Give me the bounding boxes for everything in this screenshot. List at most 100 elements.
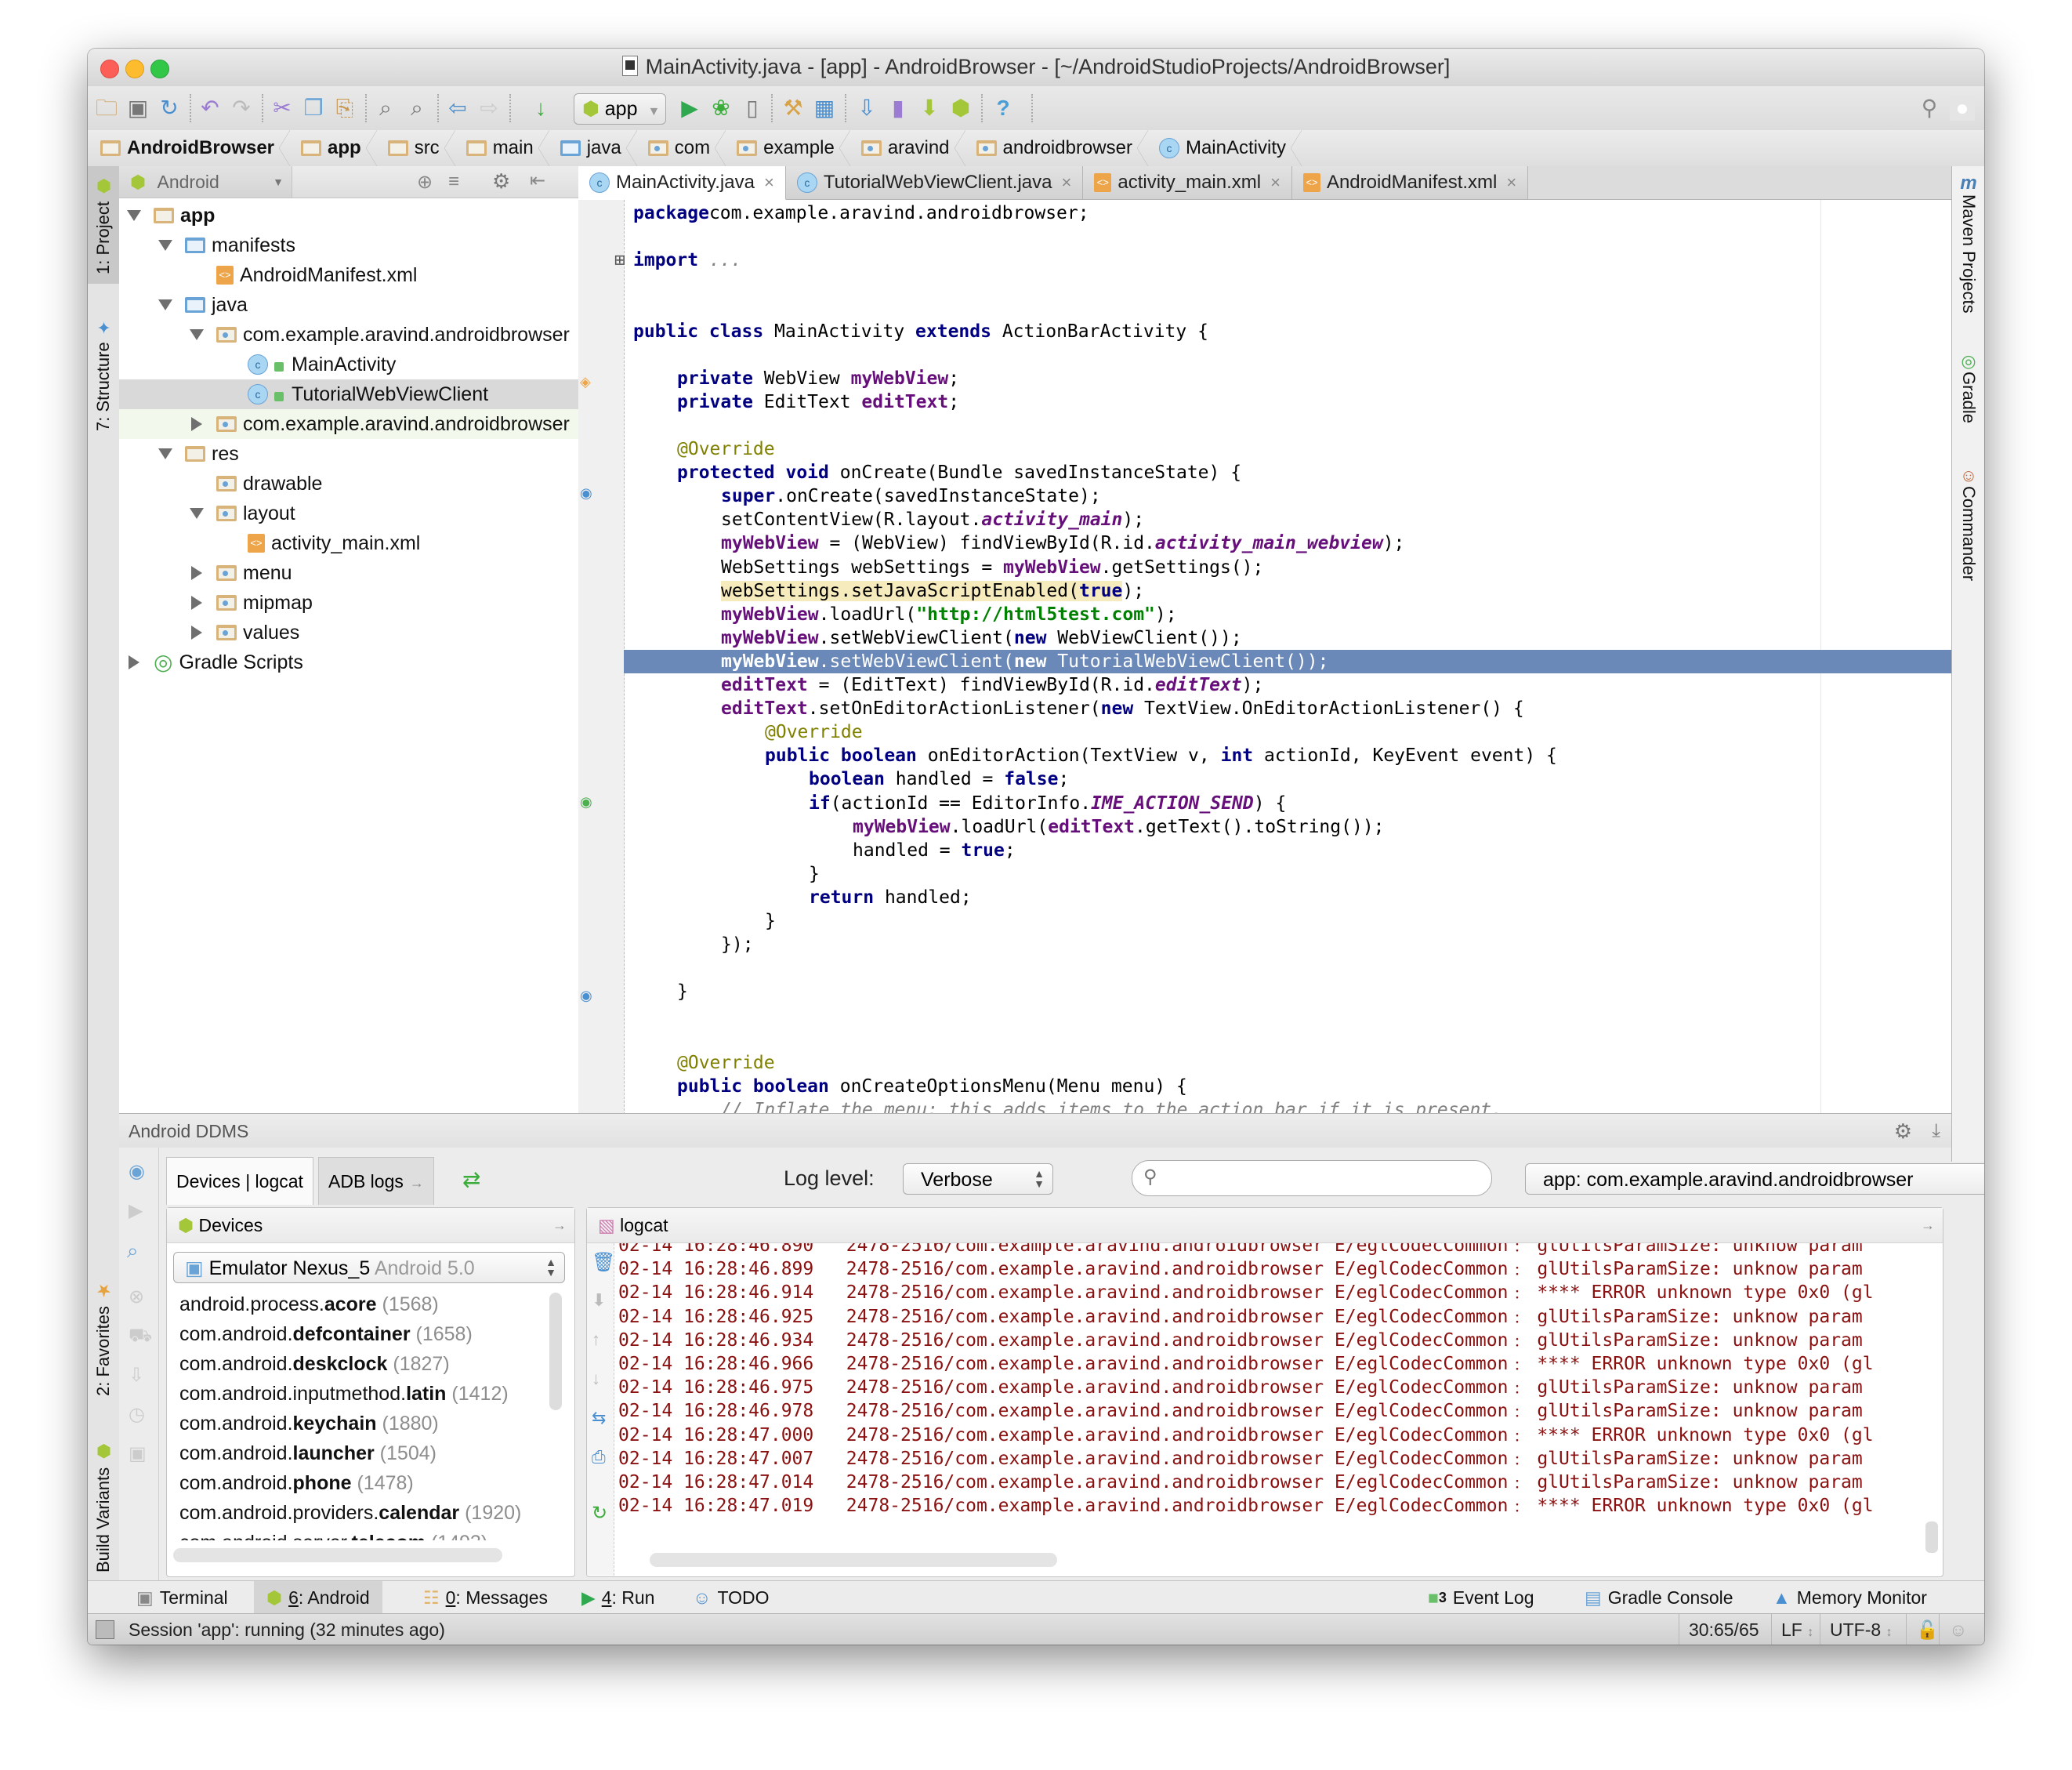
tool-tab-build-variants[interactable]: Build Variants ⬢: [88, 1428, 119, 1585]
process-item[interactable]: com.android.launcher (1504): [179, 1438, 436, 1468]
debug-icon[interactable]: ❀: [708, 96, 734, 121]
project-view-selector[interactable]: ⬢ Android ▼: [119, 166, 292, 198]
breadcrumb-item[interactable]: java: [548, 130, 637, 166]
tree-item[interactable]: res: [119, 439, 578, 469]
close-icon[interactable]: ×: [764, 172, 774, 193]
process-item[interactable]: com.android.phone (1478): [179, 1468, 414, 1498]
code-line[interactable]: myWebView.setWebViewClient(new WebViewCl…: [624, 626, 1984, 650]
log-level-select[interactable]: Verbose ▲ ▼: [903, 1163, 1053, 1195]
save-icon[interactable]: ▣: [125, 96, 150, 121]
log-line[interactable]: 02-14 16:28:47.000 2478-2516/com.example…: [618, 1424, 1874, 1447]
override-method-icon[interactable]: ◉: [580, 485, 592, 502]
breadcrumb-item[interactable]: c MainActivity: [1146, 130, 1302, 166]
logcat-search-field[interactable]: [1170, 1166, 1479, 1191]
tool-tab-run[interactable]: ▶ 4: Run: [574, 1581, 662, 1614]
code-line[interactable]: }: [624, 980, 1984, 1003]
tool-tab-messages[interactable]: ☷ 0: Messages: [415, 1581, 556, 1614]
dump-java-heap-icon[interactable]: ⇩: [129, 1364, 144, 1387]
code-line[interactable]: editText.setOnEditorActionListener(new T…: [624, 697, 1984, 720]
expand-arrow-icon[interactable]: [158, 240, 172, 251]
tree-item[interactable]: com.example.aravind.androidbrowser: [119, 320, 578, 350]
search-everywhere-icon[interactable]: ⚲: [1917, 96, 1942, 121]
editor-tab[interactable]: c MainActivity.java ×: [578, 166, 786, 200]
code-line[interactable]: return handled;: [624, 886, 1984, 909]
process-item[interactable]: com.android.inputmethod.latin (1412): [179, 1379, 509, 1409]
implement-method-icon[interactable]: ◉: [580, 794, 592, 811]
logcat-scrollbar[interactable]: [1925, 1522, 1938, 1553]
code-line[interactable]: ⊞ import ...: [614, 248, 1984, 272]
process-item[interactable]: com.android.keychain (1880): [179, 1409, 439, 1438]
code-line[interactable]: @Override: [624, 1051, 1984, 1075]
tool-tab-favorites[interactable]: 2: Favorites ★: [88, 1260, 119, 1416]
tree-item[interactable]: drawable: [119, 469, 578, 499]
expand-arrow-icon[interactable]: [127, 210, 141, 221]
log-line[interactable]: 02-14 16:28:47.007 2478-2516/com.example…: [618, 1447, 1863, 1471]
replace-icon[interactable]: ⌕: [404, 96, 429, 121]
scroll-from-source-icon[interactable]: ⊕: [417, 171, 433, 194]
log-line[interactable]: 02-14 16:28:47.014 2478-2516/com.example…: [618, 1471, 1863, 1494]
cut-icon[interactable]: ✂: [270, 96, 295, 121]
avd-manager-icon[interactable]: ▮: [886, 96, 911, 121]
redo-icon[interactable]: ↷: [229, 96, 254, 121]
terminate-icon[interactable]: ⊗: [129, 1286, 144, 1308]
code-line[interactable]: myWebView = (WebView) findViewById(R.id.…: [624, 531, 1984, 555]
forward-icon[interactable]: ⇨: [476, 96, 502, 121]
log-line[interactable]: 02-14 16:28:46.925 2478-2516/com.example…: [618, 1305, 1863, 1329]
tool-tab-terminal[interactable]: ▣ Terminal: [129, 1581, 236, 1614]
code-line[interactable]: handled = true;: [624, 839, 1984, 862]
breadcrumb-item[interactable]: main: [454, 130, 549, 166]
code-line[interactable]: @Override: [624, 720, 1984, 744]
tool-tab-structure[interactable]: 7: Structure ✦: [88, 296, 119, 452]
tree-item[interactable]: <> AndroidManifest.xml: [119, 260, 578, 290]
process-list[interactable]: android.process.acore (1568) com.android.…: [167, 1289, 548, 1540]
tree-item[interactable]: com.example.aravind.androidbrowser: [119, 409, 578, 439]
breadcrumb-item[interactable]: example: [724, 130, 850, 166]
log-line[interactable]: 02-14 16:28:46.975 2478-2516/com.example…: [618, 1376, 1863, 1399]
android-monitor-icon[interactable]: ⬢: [948, 96, 973, 121]
log-line[interactable]: 02-14 16:28:46.914 2478-2516/com.example…: [618, 1281, 1874, 1304]
code-line[interactable]: boolean handled = false;: [624, 767, 1984, 791]
tree-item[interactable]: values: [119, 618, 578, 647]
gear-icon[interactable]: ⚙: [492, 169, 510, 194]
log-line[interactable]: 02-14 16:28:46.966 2478-2516/com.example…: [618, 1352, 1874, 1376]
breadcrumb-item[interactable]: aravind: [849, 130, 965, 166]
editor-tab[interactable]: <> AndroidManifest.xml ×: [1291, 166, 1529, 199]
tool-tab-event-log[interactable]: ■ 3 Event Log: [1420, 1581, 1542, 1614]
caret-position[interactable]: 30:65/65: [1679, 1614, 1769, 1645]
hide-panel-icon[interactable]: ⇤: [530, 169, 545, 192]
logcat-hscrollbar[interactable]: [650, 1553, 1057, 1567]
encoding-selector[interactable]: UTF-8 ↕: [1820, 1614, 1902, 1645]
process-item[interactable]: com.android.providers.calendar (1920): [179, 1498, 521, 1528]
editor-tab[interactable]: c TutorialWebViewClient.java ×: [785, 166, 1084, 199]
code-line[interactable]: myWebView.loadUrl("http://html5test.com"…: [624, 603, 1984, 626]
code-line[interactable]: if(actionId == EditorInfo.IME_ACTION_SEN…: [624, 792, 1984, 815]
code-line[interactable]: private WebView myWebView;: [624, 367, 1984, 390]
screen-capture-icon[interactable]: ◉: [129, 1160, 145, 1183]
code-line[interactable]: private EditText editText;: [624, 390, 1984, 414]
code-line[interactable]: packagecom.example.aravind.androidbrowse…: [624, 201, 1984, 225]
tool-tab-gradle[interactable]: ◎ Gradle: [1952, 351, 1984, 445]
code-line[interactable]: public boolean onCreateOptionsMenu(Menu …: [624, 1075, 1984, 1098]
attach-debugger-icon[interactable]: ▯: [740, 96, 765, 121]
code-line[interactable]: public boolean onEditorAction(TextView v…: [624, 744, 1984, 767]
logcat-output[interactable]: 02-14 16:28:46.890 2478-2516/com.example…: [587, 1243, 1927, 1543]
breadcrumb-item[interactable]: com: [636, 130, 726, 166]
override-method-icon[interactable]: ◉: [580, 988, 592, 1004]
code-line[interactable]: WebSettings webSettings = myWebView.getS…: [624, 556, 1984, 579]
collapse-arrow-icon[interactable]: [191, 626, 202, 640]
process-item[interactable]: com.android.defcontainer (1658): [179, 1319, 473, 1349]
copy-icon[interactable]: ❐: [301, 96, 326, 121]
log-line[interactable]: 02-14 16:28:47.019 2478-2516/com.example…: [618, 1494, 1874, 1518]
allocation-tracker-icon[interactable]: ▣: [129, 1442, 147, 1465]
tool-tab-todo[interactable]: ☺ TODO: [685, 1581, 777, 1614]
system-info-icon[interactable]: ⌕: [127, 1239, 139, 1264]
method-tracing-icon[interactable]: ◷: [129, 1403, 145, 1426]
app-filter-select[interactable]: app: com.example.aravind.androidbrowser▲…: [1525, 1163, 1984, 1195]
back-icon[interactable]: ⇦: [445, 96, 470, 121]
collapse-arrow-icon[interactable]: [191, 566, 202, 580]
tree-item[interactable]: <> activity_main.xml: [119, 528, 578, 558]
code-line[interactable]: setContentView(R.layout.activity_main);: [624, 508, 1984, 531]
tree-item[interactable]: menu: [119, 558, 578, 588]
process-item[interactable]: com.android.server.telecom (1493): [179, 1528, 487, 1540]
code-line[interactable]: @Override: [624, 437, 1984, 461]
